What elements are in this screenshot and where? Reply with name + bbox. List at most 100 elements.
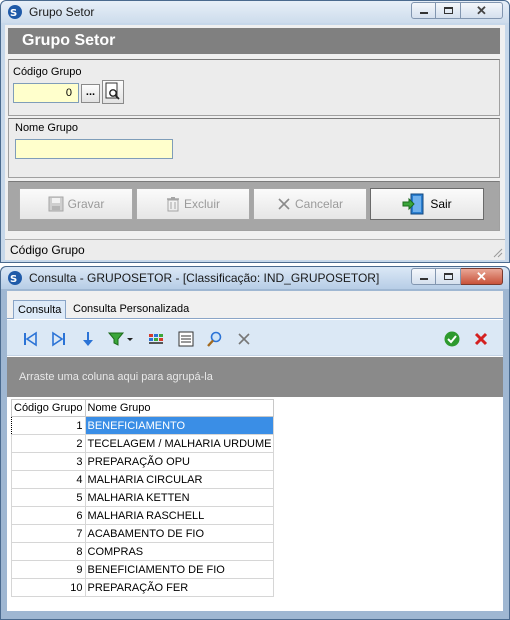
cell-nome[interactable]: TECELAGEM / MALHARIA URDUME (84, 434, 275, 453)
action-bar: Gravar Excluir Cancelar Sair (8, 181, 500, 231)
cell-nome[interactable]: ACABAMENTO DE FIO (84, 524, 275, 543)
excluir-label: Excluir (183, 197, 220, 211)
table-row[interactable]: 8 COMPRAS (11, 542, 275, 561)
table-row[interactable]: 5 MALHARIA KETTEN (11, 488, 275, 507)
maximize-button[interactable] (436, 2, 461, 19)
minimize-button[interactable] (411, 2, 436, 19)
cell-nome[interactable]: MALHARIA RASCHELL (84, 506, 275, 525)
tab-strip: Consulta Consulta Personalizada (7, 291, 503, 319)
cancel-x-icon (278, 198, 290, 210)
status-text: Código Grupo (10, 243, 85, 257)
save-icon (48, 196, 64, 212)
nome-input[interactable] (15, 139, 173, 159)
maximize-button[interactable] (436, 268, 461, 285)
app-logo-icon: S (8, 271, 22, 285)
cell-nome[interactable]: BENEFICIAMENTO (84, 416, 275, 435)
exit-door-icon (402, 193, 424, 215)
cell-codigo[interactable]: 9 (11, 560, 86, 579)
excluir-button[interactable]: Excluir (136, 188, 250, 220)
title-bar[interactable]: S Consulta - GRUPOSETOR - [Classificação… (1, 267, 509, 289)
cell-codigo[interactable]: 10 (11, 578, 86, 597)
minimize-button[interactable] (411, 268, 436, 285)
clear-x-icon[interactable] (235, 330, 253, 348)
cell-codigo[interactable]: 3 (11, 452, 86, 471)
cell-codigo[interactable]: 6 (11, 506, 86, 525)
caption-buttons: ✕ (411, 268, 503, 285)
table-row[interactable]: 10 PREPARAÇÃO FER (11, 578, 275, 597)
cell-codigo[interactable]: 7 (11, 524, 86, 543)
sair-button[interactable]: Sair (370, 188, 484, 220)
results-grid: Código Grupo Nome Grupo 1 BENEFICIAMENTO 2… (11, 399, 275, 597)
nome-label: Nome Grupo (15, 122, 78, 134)
tab-consulta-personalizada[interactable]: Consulta Personalizada (69, 300, 193, 319)
trash-icon (166, 197, 179, 212)
cell-codigo[interactable]: 5 (11, 488, 86, 507)
consulta-window: S Consulta - GRUPOSETOR - [Classificação… (0, 266, 510, 620)
cell-nome[interactable]: COMPRAS (84, 542, 275, 561)
cell-nome[interactable]: PREPARAÇÃO OPU (84, 452, 275, 471)
maximize-icon (444, 7, 453, 14)
grid-header-row: Código Grupo Nome Grupo (11, 399, 275, 417)
group-by-panel[interactable]: Arraste uma coluna aqui para agrupá-la (7, 357, 503, 397)
cell-codigo[interactable]: 1 (11, 416, 86, 435)
first-record-icon[interactable] (21, 330, 39, 348)
cell-nome[interactable]: MALHARIA KETTEN (84, 488, 275, 507)
nome-group: Nome Grupo (8, 118, 500, 178)
resize-grip-icon[interactable] (491, 246, 503, 258)
table-row[interactable]: 3 PREPARAÇÃO OPU (11, 452, 275, 471)
grid-body: 1 BENEFICIAMENTO 2 TECELAGEM / MALHARIA URD… (11, 416, 275, 597)
table-row[interactable]: 2 TECELAGEM / MALHARIA URDUME (11, 434, 275, 453)
gravar-button[interactable]: Gravar (19, 188, 133, 220)
cancelar-label: Cancelar (294, 197, 344, 211)
minimize-icon (420, 278, 428, 280)
close-button[interactable]: ✕ (461, 268, 503, 285)
status-bar: Código Grupo (5, 239, 505, 260)
cancelar-button[interactable]: Cancelar (253, 188, 367, 220)
form-header: Grupo Setor (8, 28, 500, 54)
close-icon: ✕ (476, 269, 487, 284)
cell-nome[interactable]: BENEFICIAMENTO DE FIO (84, 560, 275, 579)
document-search-icon (105, 82, 120, 100)
search-button[interactable] (102, 80, 124, 104)
form-body: Grupo Setor Código Grupo 0 ... Nome Grup… (5, 25, 505, 260)
grupo-setor-window: S Grupo Setor ✕ Grupo Setor Código Grupo… (0, 0, 510, 263)
cell-codigo[interactable]: 4 (11, 470, 86, 489)
list-view-icon[interactable] (177, 330, 195, 348)
consulta-body: Consulta Consulta Personalizada Arraste … (7, 291, 503, 611)
window-title: Grupo Setor (29, 5, 95, 19)
cell-codigo[interactable]: 8 (11, 542, 86, 561)
svg-text:S: S (10, 8, 17, 19)
last-record-icon[interactable] (50, 330, 68, 348)
gravar-label: Gravar (67, 197, 105, 211)
sort-down-icon[interactable] (79, 330, 97, 348)
column-header-codigo[interactable]: Código Grupo (11, 399, 86, 417)
browse-button[interactable]: ... (81, 84, 100, 103)
table-row[interactable]: 1 BENEFICIAMENTO (11, 416, 275, 435)
filter-dropdown-icon[interactable] (107, 330, 135, 348)
table-row[interactable]: 9 BENEFICIAMENTO DE FIO (11, 560, 275, 579)
cancel-red-x-icon[interactable] (472, 330, 490, 348)
title-bar[interactable]: S Grupo Setor ✕ (1, 1, 509, 23)
confirm-check-icon[interactable] (443, 330, 461, 348)
sair-label: Sair (430, 197, 452, 211)
codigo-input[interactable]: 0 (13, 83, 79, 103)
svg-text:S: S (10, 274, 17, 285)
tab-consulta[interactable]: Consulta (13, 300, 67, 319)
cell-nome[interactable]: MALHARIA CIRCULAR (84, 470, 275, 489)
search-icon[interactable] (206, 330, 224, 348)
column-header-nome[interactable]: Nome Grupo (84, 399, 275, 417)
caption-buttons: ✕ (411, 2, 503, 19)
columns-icon[interactable] (147, 330, 165, 348)
codigo-label: Código Grupo (13, 66, 82, 78)
table-row[interactable]: 7 ACABAMENTO DE FIO (11, 524, 275, 543)
table-row[interactable]: 4 MALHARIA CIRCULAR (11, 470, 275, 489)
grid-toolbar (7, 320, 503, 356)
cell-codigo[interactable]: 2 (11, 434, 86, 453)
close-icon: ✕ (476, 3, 487, 18)
codigo-group: Código Grupo 0 ... (8, 59, 500, 116)
app-logo-icon: S (8, 5, 22, 19)
cell-nome[interactable]: PREPARAÇÃO FER (84, 578, 275, 597)
minimize-icon (420, 12, 428, 14)
table-row[interactable]: 6 MALHARIA RASCHELL (11, 506, 275, 525)
close-button[interactable]: ✕ (461, 2, 503, 19)
